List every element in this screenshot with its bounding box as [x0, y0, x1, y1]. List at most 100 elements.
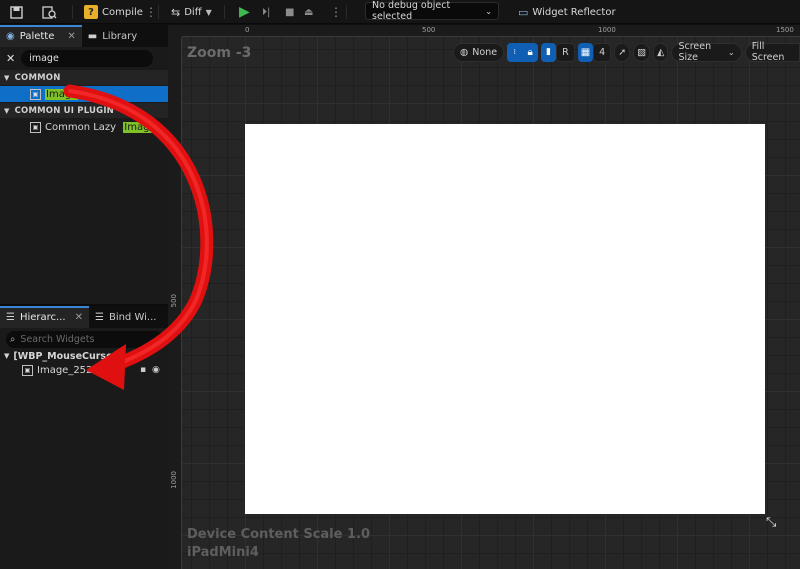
- hierarchy-item-image[interactable]: ▣ Image_252 ▪ ◉: [0, 362, 168, 378]
- browse-icon: [42, 5, 57, 19]
- palette-tabbar: ◉ Palette ✕ ▬ Library: [0, 25, 168, 47]
- palette-item-image-label: Image: [45, 88, 79, 100]
- widget-reflector-label: Widget Reflector: [532, 6, 616, 18]
- browse-button[interactable]: [42, 0, 57, 24]
- diff-label: Diff: [184, 6, 202, 18]
- hierarchy-search-input[interactable]: ⌕ Search Widgets: [6, 330, 164, 348]
- resize-icon[interactable]: ⤡: [766, 515, 776, 530]
- lock-icon: 🔒︎: [527, 46, 533, 58]
- globe-icon: ◍: [460, 46, 469, 58]
- palette-icon: ◉: [6, 30, 15, 42]
- ruler-tick: 500: [170, 294, 178, 308]
- step-icon: ⏵|: [262, 6, 271, 18]
- transform-icon: ▮: [546, 47, 551, 57]
- lock-icon[interactable]: ▪: [140, 365, 146, 375]
- category-common-ui-label: COMMON UI PLUGIN: [14, 105, 114, 116]
- grid-snap-label: 4: [599, 46, 606, 58]
- hierarchy-tabbar: ☰ Hierarc... ✕ ☰ Bind Wi...: [0, 306, 168, 328]
- diff-button[interactable]: ⇆ Diff ▼: [171, 0, 212, 24]
- hierarchy-icon: ☰: [6, 311, 15, 323]
- ruler-left: 500 1000: [168, 37, 182, 569]
- localization-preview-button[interactable]: ◍ None: [453, 42, 505, 62]
- device-content-scale: Device Content Scale 1.0: [187, 527, 371, 542]
- dotted-grid-icon: ⁞: [513, 48, 516, 56]
- close-icon[interactable]: ✕: [75, 312, 83, 323]
- image-widget-icon: ▣: [30, 88, 41, 100]
- hierarchy-item-image-label: Image_252: [37, 364, 93, 376]
- zoom-level: Zoom -3: [187, 45, 252, 61]
- debug-object-select[interactable]: No debug object selected ⌄: [365, 0, 499, 22]
- palette-search-row: ✕ image: [0, 48, 168, 68]
- palette-search-input[interactable]: image: [21, 49, 154, 67]
- tab-library-label: Library: [102, 30, 138, 42]
- flip-button[interactable]: ◭: [653, 42, 669, 62]
- category-common-ui[interactable]: ▼ COMMON UI PLUGIN: [0, 103, 168, 118]
- image-icon: ▨: [637, 46, 647, 58]
- ruler-tick: 0: [245, 26, 250, 34]
- play-button[interactable]: ▶: [239, 0, 250, 24]
- hierarchy-search-placeholder: Search Widgets: [20, 333, 95, 345]
- play-icon: ▶: [239, 4, 250, 20]
- widget-reflector-button[interactable]: ▭ Widget Reflector: [518, 0, 616, 24]
- layout-transform-toggle[interactable]: ▮: [540, 42, 557, 62]
- grid-snap-value[interactable]: 4: [593, 42, 612, 62]
- compile-options-button[interactable]: ⋮: [145, 0, 157, 24]
- compile-button[interactable]: ? Compile: [84, 0, 143, 24]
- left-panel: ◉ Palette ✕ ▬ Library ✕ image ▼ COMMON ▣…: [0, 25, 168, 569]
- localization-preview-label: None: [472, 46, 498, 58]
- chevron-down-icon: ▼: [4, 352, 10, 360]
- save-button[interactable]: [10, 0, 23, 24]
- designer-viewport[interactable]: 0 500 1000 1500 500 1000 Zoom -3 ◍ None …: [168, 25, 800, 569]
- grid-icon: ▦: [580, 46, 591, 58]
- tab-library[interactable]: ▬ Library: [82, 25, 143, 47]
- grid-snap-toggle[interactable]: ▦: [577, 42, 594, 62]
- render-transform-label: R: [562, 46, 569, 58]
- category-common[interactable]: ▼ COMMON: [0, 70, 168, 85]
- search-icon: ⌕: [10, 333, 16, 345]
- screen-size-select[interactable]: Screen Size ⌄: [671, 41, 742, 63]
- tab-hierarchy[interactable]: ☰ Hierarc... ✕: [0, 306, 89, 328]
- tab-palette[interactable]: ◉ Palette ✕: [0, 25, 82, 47]
- ruler-corner: [168, 25, 182, 37]
- respect-locks-toggle[interactable]: ⁞: [507, 42, 523, 62]
- flip-icon: ◭: [657, 46, 665, 58]
- lock-toggle[interactable]: 🔒︎: [522, 42, 538, 62]
- compile-status-icon: ?: [84, 5, 98, 19]
- tab-hierarchy-label: Hierarc...: [19, 311, 66, 323]
- eject-button[interactable]: ⏏: [304, 0, 313, 24]
- eject-icon: ⏏: [304, 6, 314, 18]
- fill-screen-select[interactable]: Fill Screen: [744, 41, 800, 63]
- ruler-tick: 1000: [598, 26, 616, 34]
- screen-size-label: Screen Size: [678, 41, 712, 63]
- chevron-down-icon: ▼: [4, 106, 10, 115]
- main-toolbar: ? Compile ⋮ ⇆ Diff ▼ ▶ ⏵| ■ ⏏ ⋮ No debug…: [0, 0, 800, 24]
- render-transform-button[interactable]: R: [556, 42, 575, 62]
- compile-label: Compile: [102, 6, 143, 18]
- stop-button[interactable]: ■: [285, 0, 294, 24]
- chevron-down-icon: ▼: [205, 7, 212, 17]
- hierarchy-root-label: [WBP_MouseCursor]: [13, 350, 122, 362]
- clear-search-icon[interactable]: ✕: [6, 52, 15, 65]
- eye-icon[interactable]: ◉: [152, 365, 160, 375]
- play-options-button[interactable]: ⋮: [330, 0, 342, 24]
- diff-icon: ⇆: [171, 5, 181, 19]
- palette-item-common-lazy-image[interactable]: ▣ Common Lazy Image: [0, 119, 168, 135]
- ruler-tick: 1500: [776, 26, 794, 34]
- category-common-label: COMMON: [14, 72, 61, 83]
- folder-icon: ▬: [87, 30, 98, 42]
- cursor-icon: ➚: [618, 46, 627, 58]
- palette-item-common-lazy-match: Image: [123, 121, 157, 133]
- tab-bind-widgets[interactable]: ☰ Bind Wi...: [89, 306, 162, 328]
- cursor-button[interactable]: ➚: [614, 42, 631, 62]
- palette-item-image[interactable]: ▣ Image: [0, 86, 168, 102]
- chevron-down-icon: ▼: [4, 73, 10, 82]
- step-button[interactable]: ⏵|: [262, 0, 270, 24]
- tab-bind-widgets-label: Bind Wi...: [108, 311, 157, 323]
- close-icon[interactable]: ✕: [67, 31, 75, 42]
- viewport-toolbar: ◍ None ⁞ 🔒︎ ▮ R ▦ 4 ➚ ▨ ◭ Screen Size ⌄ …: [453, 41, 800, 63]
- image-preview-button[interactable]: ▨: [633, 42, 651, 62]
- ruler-top: 0 500 1000 1500: [182, 25, 800, 37]
- ruler-tick: 1000: [170, 471, 178, 489]
- design-canvas[interactable]: [245, 124, 765, 514]
- device-name: iPadMini4: [187, 545, 259, 560]
